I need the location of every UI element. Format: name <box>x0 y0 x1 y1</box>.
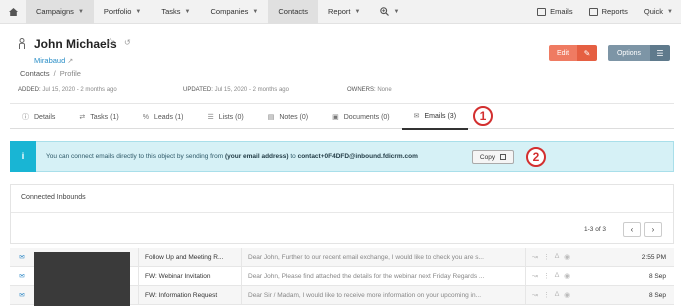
breadcrumb: Contacts / Profile <box>20 69 81 78</box>
attach-icon[interactable]: ∆ <box>555 272 559 280</box>
link-icon[interactable]: ⋮ <box>543 253 550 261</box>
nav-portfolio[interactable]: Portfolio ▼ <box>94 0 151 24</box>
email-icon: ✉ <box>413 113 420 120</box>
meta-updated: UPDATED: Jul 15, 2020 - 2 months ago <box>183 87 289 93</box>
contact-name: John Michaels <box>34 37 117 51</box>
chevron-down-icon: ▼ <box>135 8 142 15</box>
settings-icon[interactable]: ◉ <box>564 253 570 261</box>
home-icon[interactable] <box>0 0 26 24</box>
notes-icon: ▤ <box>267 114 275 121</box>
external-link-icon: ↗ <box>67 58 74 65</box>
connect-email-info: i You can connect emails directly to thi… <box>10 140 674 172</box>
info-icon: i <box>10 140 36 172</box>
breadcrumb-profile: Profile <box>59 69 81 78</box>
tab-details[interactable]: ⓘ Details <box>10 104 67 130</box>
chevron-down-icon: ▼ <box>667 8 673 15</box>
person-icon <box>19 38 25 49</box>
settings-icon[interactable]: ◉ <box>564 272 570 280</box>
email-icon: ✉ <box>19 254 25 261</box>
tab-bar: ⓘ Details ⇄ Tasks (1) % Leads (1) ☰ Lists (0… <box>10 103 674 130</box>
nav-report[interactable]: Report ▼ <box>318 0 370 24</box>
tasks-icon: ⇄ <box>79 114 86 121</box>
search-plus-icon <box>380 7 390 16</box>
chevron-down-icon: ▼ <box>184 8 191 15</box>
prev-page-button[interactable]: ‹ <box>623 222 641 237</box>
redacted-sender-block <box>34 252 130 306</box>
star-icon[interactable]: ☆ <box>106 37 115 48</box>
menu-icon: ☰ <box>650 45 670 61</box>
chart-icon[interactable]: ↝ <box>532 272 538 280</box>
history-icon[interactable]: ↺ <box>124 38 131 47</box>
next-page-button[interactable]: › <box>644 222 662 237</box>
tab-tasks[interactable]: ⇄ Tasks (1) <box>67 104 130 130</box>
breadcrumb-contacts[interactable]: Contacts <box>20 69 50 78</box>
inbound-address: contact+0F4DFD@inbound.fdicrm.com <box>297 153 418 160</box>
top-nav: Campaigns ▼ Portfolio ▼ Tasks ▼ Companies ▼ … <box>0 0 681 24</box>
nav-companies[interactable]: Companies ▼ <box>200 0 268 24</box>
nav-contacts[interactable]: Contacts <box>268 0 318 24</box>
reports-icon <box>588 7 598 16</box>
list-icon: ☰ <box>207 114 214 121</box>
info-message: You can connect emails directly to this … <box>46 153 418 160</box>
options-button[interactable]: Options ☰ <box>608 45 670 61</box>
email-icon: ✉ <box>19 273 25 280</box>
tab-emails[interactable]: ✉ Emails (3) <box>401 104 469 130</box>
documents-icon: ▣ <box>332 114 339 121</box>
email-box-icon <box>537 7 547 16</box>
chart-icon[interactable]: ↝ <box>532 253 538 261</box>
meta-added: ADDED: Jul 15, 2020 - 2 months ago <box>18 87 117 93</box>
nav-tasks[interactable]: Tasks ▼ <box>151 0 200 24</box>
nav-search[interactable]: ▼ <box>370 0 409 24</box>
company-link[interactable]: Mirabaud ↗ <box>34 56 73 65</box>
nav-campaigns[interactable]: Campaigns ▼ <box>26 0 94 24</box>
tab-notes[interactable]: ▤ Notes (0) <box>256 104 320 130</box>
chart-icon[interactable]: ↝ <box>532 291 538 299</box>
copy-icon <box>500 154 507 160</box>
link-icon[interactable]: ⋮ <box>543 291 550 299</box>
nav-quick[interactable]: Quick ▼ <box>636 0 681 24</box>
attach-icon[interactable]: ∆ <box>555 253 559 261</box>
nav-reports[interactable]: Reports <box>581 0 636 24</box>
meta-owners: OWNERS: None <box>347 87 392 93</box>
leads-icon: % <box>142 113 149 121</box>
annotation-badge-2: 2 <box>526 147 546 167</box>
attach-icon[interactable]: ∆ <box>555 291 559 299</box>
chevron-down-icon: ▼ <box>354 8 361 15</box>
tab-lists[interactable]: ☰ Lists (0) <box>196 104 256 130</box>
tab-documents[interactable]: ▣ Documents (0) <box>320 104 402 130</box>
pager-text: 1-3 of 3 <box>584 226 607 233</box>
chevron-down-icon: ▼ <box>77 8 84 15</box>
edit-button[interactable]: Edit ✎ <box>549 45 597 61</box>
pencil-icon: ✎ <box>577 45 597 61</box>
nav-emails[interactable]: Emails <box>529 0 581 24</box>
panel-title: Connected Inbounds <box>21 194 86 201</box>
email-icon: ✉ <box>19 292 25 299</box>
chevron-down-icon: ▼ <box>252 8 259 15</box>
copy-button[interactable]: Copy <box>472 150 514 164</box>
settings-icon[interactable]: ◉ <box>564 291 570 299</box>
link-icon[interactable]: ⋮ <box>543 272 550 280</box>
chevron-down-icon: ▼ <box>393 8 400 15</box>
tab-leads[interactable]: % Leads (1) <box>131 104 196 130</box>
info-icon: ⓘ <box>22 114 29 121</box>
connected-inbounds-panel: Connected Inbounds 1-3 of 3 ‹ › <box>10 184 674 244</box>
annotation-badge-1: 1 <box>473 106 493 126</box>
